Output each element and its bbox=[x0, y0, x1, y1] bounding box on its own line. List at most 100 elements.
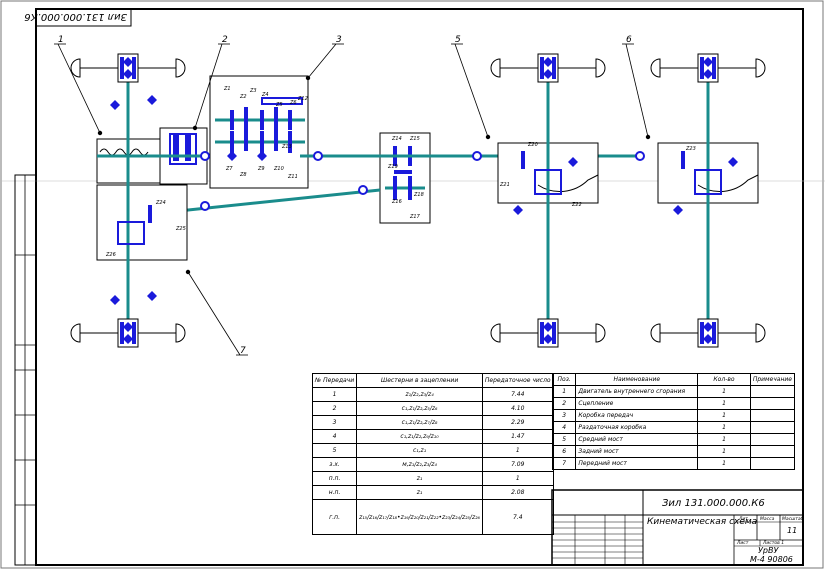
gear-table-row: г.п. z₁₅/z₁₆/z₁₇/z₁₈•z₁₉/z₂₀/z₂₁/z₂₂•z₂₃/… bbox=[311, 499, 554, 535]
gear-table-row: п.п. z₁ 1 bbox=[311, 471, 554, 486]
gearbox-gear-label: Z6 bbox=[289, 100, 297, 106]
gear bbox=[274, 133, 278, 151]
top-stamp-text: Зил 131.000.000.К6 bbox=[24, 11, 127, 22]
axle-gear-label: Z20 bbox=[527, 142, 538, 148]
gear bbox=[148, 205, 152, 223]
gear bbox=[712, 322, 716, 344]
parts-table-row: 1 Двигатель внутреннего сгорания 1 bbox=[551, 385, 796, 398]
callout-label: 1 bbox=[58, 35, 64, 45]
gearbox-gear-label: Z2 bbox=[239, 94, 247, 100]
transfer-gear-label: Z19 bbox=[387, 164, 398, 170]
title-org-line1: УрВУ bbox=[758, 546, 779, 555]
gear bbox=[244, 107, 248, 133]
wheel bbox=[175, 58, 186, 78]
wheel bbox=[175, 323, 186, 343]
parts-table-row: 6 Задний мост 1 bbox=[551, 445, 796, 458]
gear-table-header: № Передачи Шестерни в зацеплении Передат… bbox=[311, 373, 554, 388]
title-col-mass: Масса bbox=[760, 516, 775, 522]
gear-ratio-table: № Передачи Шестерни в зацеплении Передат… bbox=[311, 373, 554, 535]
bearing-mark bbox=[147, 291, 157, 301]
title-col-sheet: Лист bbox=[736, 540, 749, 546]
front-gear-label: Z24 bbox=[155, 200, 166, 206]
bearing-mark bbox=[513, 205, 523, 215]
transfer-gear-label: Z18 bbox=[413, 192, 424, 198]
gear bbox=[552, 57, 556, 79]
gearbox-gear-label: Z1 bbox=[223, 86, 231, 92]
gearbox-gear-label: Z5 bbox=[275, 102, 283, 108]
title-col-lit: Лит. bbox=[738, 516, 749, 522]
gear-table-row: 4 c₁,z₁/z₂,z₉/z₁₀ 1.47 bbox=[311, 429, 554, 444]
axle-gear-label: Z21 bbox=[499, 182, 510, 188]
wheel bbox=[650, 58, 661, 78]
gear bbox=[260, 110, 264, 130]
gear bbox=[132, 322, 136, 344]
gear bbox=[244, 133, 248, 151]
title-org-line2: М-4 90806 bbox=[750, 555, 793, 564]
gear bbox=[394, 170, 412, 174]
parts-table-row: 2 Сцепление 1 bbox=[551, 397, 796, 410]
cardan-joint bbox=[200, 201, 210, 211]
callout-leader bbox=[57, 43, 101, 134]
gear-table-row: 5 c₁,z₁ 1 bbox=[311, 443, 554, 458]
wheel bbox=[595, 58, 606, 78]
cardan-joint bbox=[200, 151, 210, 161]
gearbox-gear-label: Z10 bbox=[273, 166, 284, 172]
gear bbox=[132, 57, 136, 79]
gear bbox=[288, 110, 292, 130]
gearbox-gear-label: Z7 bbox=[225, 166, 233, 172]
gear bbox=[393, 176, 397, 200]
wheel bbox=[490, 58, 501, 78]
gear bbox=[408, 176, 412, 200]
wheel bbox=[70, 323, 81, 343]
title-sheet-number: 11 bbox=[787, 526, 797, 535]
axle-gear-label: Z23 bbox=[685, 146, 696, 152]
gear bbox=[540, 57, 544, 79]
wheel bbox=[650, 323, 661, 343]
gearbox-gear-label: Z12 bbox=[297, 96, 308, 102]
gear bbox=[120, 57, 124, 79]
gear bbox=[540, 322, 544, 344]
gearbox-gear-label: Z3 bbox=[249, 88, 257, 94]
parts-table-header: Поз. Наименование Кол-во Примечание bbox=[551, 373, 796, 386]
transfer-gear-label: Z14 bbox=[391, 136, 402, 142]
gear bbox=[521, 151, 525, 169]
callout-label: 6 bbox=[626, 35, 632, 45]
transfer-gear-label: Z17 bbox=[409, 214, 421, 220]
parts-table-row: 5 Средний мост 1 bbox=[551, 433, 796, 446]
cardan-joint bbox=[472, 151, 482, 161]
gear bbox=[712, 57, 716, 79]
cardan-joint bbox=[358, 185, 368, 195]
parts-list-table: Поз. Наименование Кол-во Примечание 1 Дви… bbox=[551, 373, 796, 470]
callout-leader bbox=[454, 43, 489, 138]
gear-col-ratio: Передаточное число bbox=[481, 373, 554, 388]
cardan-joint bbox=[313, 151, 323, 161]
kinematic-scheme: Z1 Z2Z3 Z4 Z5 Z6 Z7 Z8 Z9 Z10Z11 Z12 Z13 Z14 Z15 Z16 Z… bbox=[70, 53, 766, 348]
gear-col-number: № Передачи bbox=[311, 373, 358, 388]
parts-table-row: 4 Раздаточная коробка 1 bbox=[551, 421, 796, 434]
callout-label: 5 bbox=[455, 35, 461, 45]
gearbox-gear-label: Z13 bbox=[281, 144, 292, 150]
gear bbox=[120, 322, 124, 344]
callout-label: 2 bbox=[222, 35, 228, 45]
wheel bbox=[755, 323, 766, 343]
transfer-gear-label: Z16 bbox=[391, 199, 402, 205]
wheel bbox=[755, 58, 766, 78]
gear bbox=[230, 110, 234, 130]
gear bbox=[260, 131, 264, 153]
front-gear-label: Z25 bbox=[175, 226, 186, 232]
transfer-gear-label: Z15 bbox=[409, 136, 420, 142]
parts-table-row: 3 Коробка передач 1 bbox=[551, 409, 796, 422]
gearbox-gear-label: Z9 bbox=[257, 166, 265, 172]
title-doc-number: Зил 131.000.000.К6 bbox=[662, 498, 765, 509]
callout-leader bbox=[187, 271, 241, 356]
gear bbox=[274, 107, 278, 133]
gear-table-row: з.х. м,z₁/z₂,z₃/z₄ 7.09 bbox=[311, 457, 554, 472]
wheel bbox=[490, 323, 501, 343]
wheel bbox=[595, 323, 606, 343]
gearbox-gear-label: Z4 bbox=[261, 92, 269, 98]
gear bbox=[230, 131, 234, 153]
gearbox-gear-label: Z11 bbox=[287, 174, 298, 180]
callout-label: 7 bbox=[240, 346, 246, 356]
title-col-scale: Масштаб bbox=[782, 516, 804, 522]
axle-gear-label: Z22 bbox=[571, 202, 582, 208]
